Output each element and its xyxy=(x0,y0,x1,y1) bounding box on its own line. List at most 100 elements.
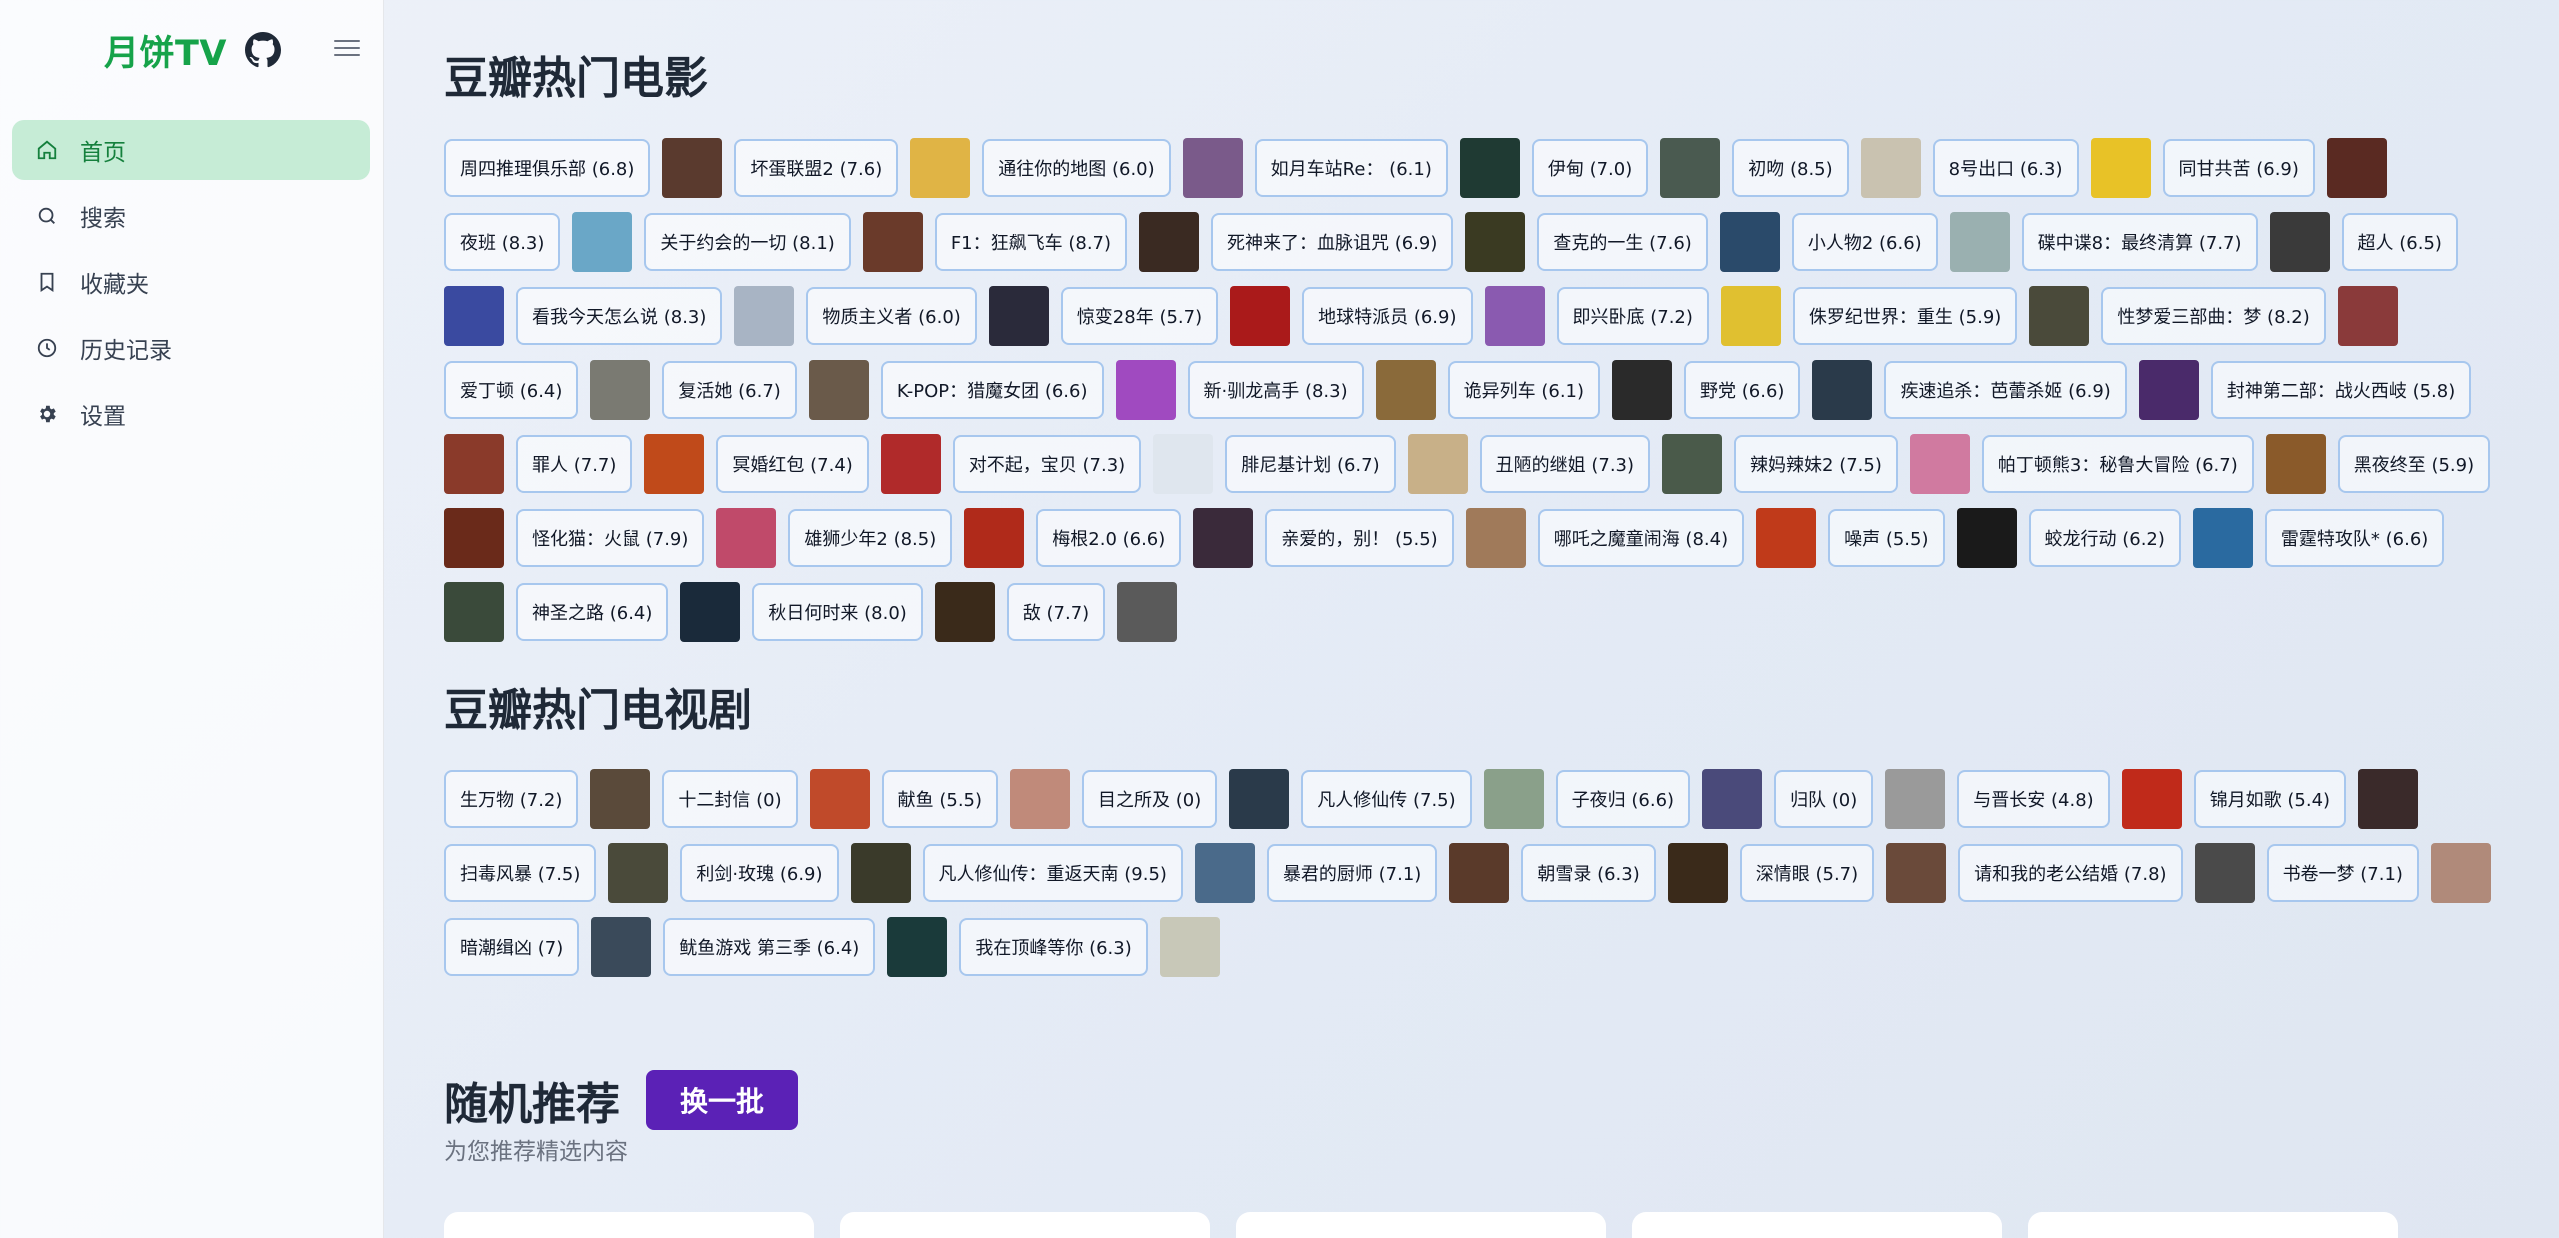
poster-thumbnail[interactable] xyxy=(444,434,504,494)
poster-thumbnail[interactable] xyxy=(1194,843,1255,903)
recommend-card[interactable] xyxy=(444,1212,814,1238)
tv-tag[interactable]: 暴君的厨师 (7.1) xyxy=(1266,844,1438,902)
movie-tag[interactable]: 黑夜终至 (5.9) xyxy=(2337,435,2491,493)
tv-tag[interactable]: 锦月如歌 (5.4) xyxy=(2193,770,2347,828)
poster-thumbnail[interactable] xyxy=(1886,843,1947,903)
sidebar-item-0[interactable]: 首页 xyxy=(12,120,370,180)
poster-thumbnail[interactable] xyxy=(1909,434,1970,494)
poster-thumbnail[interactable] xyxy=(1193,508,1254,568)
poster-thumbnail[interactable] xyxy=(1885,769,1946,829)
poster-thumbnail[interactable] xyxy=(734,286,795,346)
poster-thumbnail[interactable] xyxy=(2337,286,2398,346)
poster-thumbnail[interactable] xyxy=(1115,360,1176,420)
poster-thumbnail[interactable] xyxy=(591,917,652,977)
poster-thumbnail[interactable] xyxy=(1407,434,1468,494)
movie-tag[interactable]: 初吻 (8.5) xyxy=(1732,139,1849,197)
tv-tag[interactable]: 扫毒风暴 (7.5) xyxy=(444,844,597,902)
movie-tag[interactable]: 同甘共苦 (6.9) xyxy=(2162,139,2315,197)
movie-tag[interactable]: 坏蛋联盟2 (7.6) xyxy=(734,139,899,197)
poster-thumbnail[interactable] xyxy=(1956,508,2017,568)
tv-tag[interactable]: 与晋长安 (4.8) xyxy=(1957,770,2110,828)
poster-thumbnail[interactable] xyxy=(910,138,971,198)
tv-tag[interactable]: 生万物 (7.2) xyxy=(444,770,579,828)
poster-thumbnail[interactable] xyxy=(1139,212,1200,272)
tv-tag[interactable]: 鱿鱼游戏 第三季 (6.4) xyxy=(663,918,876,976)
recommend-card[interactable] xyxy=(2028,1212,2398,1238)
poster-thumbnail[interactable] xyxy=(2090,138,2151,198)
tv-tag[interactable]: 十二封信 (0) xyxy=(662,770,798,828)
movie-tag[interactable]: 野党 (6.6) xyxy=(1684,361,1801,419)
poster-thumbnail[interactable] xyxy=(716,508,777,568)
poster-thumbnail[interactable] xyxy=(988,286,1049,346)
movie-tag[interactable]: 关于约会的一切 (8.1) xyxy=(644,213,851,271)
poster-thumbnail[interactable] xyxy=(1375,360,1436,420)
movie-tag[interactable]: 丑陋的继姐 (7.3) xyxy=(1479,435,1651,493)
movie-tag[interactable]: 新·驯龙高手 (8.3) xyxy=(1187,361,1364,419)
refresh-button[interactable]: 换一批 xyxy=(646,1070,799,1130)
movie-tag[interactable]: 神圣之路 (6.4) xyxy=(516,583,669,641)
poster-thumbnail[interactable] xyxy=(1667,843,1728,903)
movie-tag[interactable]: 梅根2.0 (6.6) xyxy=(1036,509,1182,567)
movie-tag[interactable]: 复活她 (6.7) xyxy=(662,361,797,419)
poster-thumbnail[interactable] xyxy=(880,434,941,494)
movie-tag[interactable]: 辣妈辣妹2 (7.5) xyxy=(1734,435,1898,493)
poster-thumbnail[interactable] xyxy=(934,582,995,642)
poster-thumbnail[interactable] xyxy=(572,212,633,272)
tv-tag[interactable]: 凡人修仙传 (7.5) xyxy=(1301,770,1472,828)
poster-thumbnail[interactable] xyxy=(1459,138,1520,198)
movie-tag[interactable]: F1：狂飙飞车 (8.7) xyxy=(934,213,1128,271)
movie-tag[interactable]: K-POP：猎魔女团 (6.6) xyxy=(880,361,1104,419)
poster-thumbnail[interactable] xyxy=(2358,769,2419,829)
github-icon[interactable] xyxy=(244,32,281,68)
poster-thumbnail[interactable] xyxy=(850,843,911,903)
movie-tag[interactable]: 雷霆特攻队* (6.6) xyxy=(2264,509,2445,567)
sidebar-item-3[interactable]: 历史记录 xyxy=(12,318,370,378)
movie-tag[interactable]: 看我今天怎么说 (8.3) xyxy=(516,287,723,345)
recommend-card[interactable] xyxy=(1236,1212,1606,1238)
poster-thumbnail[interactable] xyxy=(1756,508,1817,568)
poster-thumbnail[interactable] xyxy=(808,360,869,420)
poster-thumbnail[interactable] xyxy=(444,508,504,568)
movie-tag[interactable]: 诡异列车 (6.1) xyxy=(1447,361,1601,419)
poster-thumbnail[interactable] xyxy=(1153,434,1214,494)
movie-tag[interactable]: 亲爱的，别！ (5.5) xyxy=(1265,509,1454,567)
poster-thumbnail[interactable] xyxy=(662,138,723,198)
poster-thumbnail[interactable] xyxy=(1010,769,1071,829)
tv-tag[interactable]: 我在顶峰等你 (6.3) xyxy=(959,918,1148,976)
poster-thumbnail[interactable] xyxy=(1720,286,1781,346)
movie-tag[interactable]: 秋日何时来 (8.0) xyxy=(752,583,923,641)
movie-tag[interactable]: 罪人 (7.7) xyxy=(516,435,633,493)
poster-thumbnail[interactable] xyxy=(2121,769,2182,829)
sidebar-item-4[interactable]: 设置 xyxy=(12,384,370,444)
tv-tag[interactable]: 朝雪录 (6.3) xyxy=(1521,844,1656,902)
tv-tag[interactable]: 目之所及 (0) xyxy=(1082,770,1218,828)
tv-tag[interactable]: 献鱼 (5.5) xyxy=(881,770,999,828)
movie-tag[interactable]: 怪化猫：火鼠 (7.9) xyxy=(516,509,705,567)
poster-thumbnail[interactable] xyxy=(2029,286,2090,346)
sidebar-item-1[interactable]: 搜索 xyxy=(12,186,370,246)
poster-thumbnail[interactable] xyxy=(1719,212,1780,272)
movie-tag[interactable]: 如月车站Re： (6.1) xyxy=(1254,139,1448,197)
sidebar-item-2[interactable]: 收藏夹 xyxy=(12,252,370,312)
tv-tag[interactable]: 子夜归 (6.6) xyxy=(1555,770,1691,828)
movie-tag[interactable]: 碟中谍8：最终清算 (7.7) xyxy=(2021,213,2258,271)
poster-thumbnail[interactable] xyxy=(1702,769,1763,829)
poster-thumbnail[interactable] xyxy=(1229,769,1290,829)
menu-toggle-icon[interactable] xyxy=(334,34,360,62)
poster-thumbnail[interactable] xyxy=(887,917,948,977)
movie-tag[interactable]: 地球特派员 (6.9) xyxy=(1302,287,1473,345)
movie-tag[interactable]: 蛟龙行动 (6.2) xyxy=(2028,509,2181,567)
movie-tag[interactable]: 哪吒之魔童闹海 (8.4) xyxy=(1537,509,1745,567)
movie-tag[interactable]: 查克的一生 (7.6) xyxy=(1537,213,1708,271)
movie-tag[interactable]: 通往你的地图 (6.0) xyxy=(982,139,1171,197)
poster-thumbnail[interactable] xyxy=(1860,138,1921,198)
movie-tag[interactable]: 帕丁顿熊3：秘鲁大冒险 (6.7) xyxy=(1981,435,2254,493)
tv-tag[interactable]: 书卷一梦 (7.1) xyxy=(2266,844,2419,902)
poster-thumbnail[interactable] xyxy=(2194,843,2255,903)
movie-tag[interactable]: 物质主义者 (6.0) xyxy=(806,287,977,345)
poster-thumbnail[interactable] xyxy=(1612,360,1673,420)
movie-tag[interactable]: 噪声 (5.5) xyxy=(1828,509,1945,567)
movie-tag[interactable]: 8号出口 (6.3) xyxy=(1932,139,2079,197)
movie-tag[interactable]: 惊变28年 (5.7) xyxy=(1060,287,1219,345)
movie-tag[interactable]: 即兴卧底 (7.2) xyxy=(1556,287,1709,345)
